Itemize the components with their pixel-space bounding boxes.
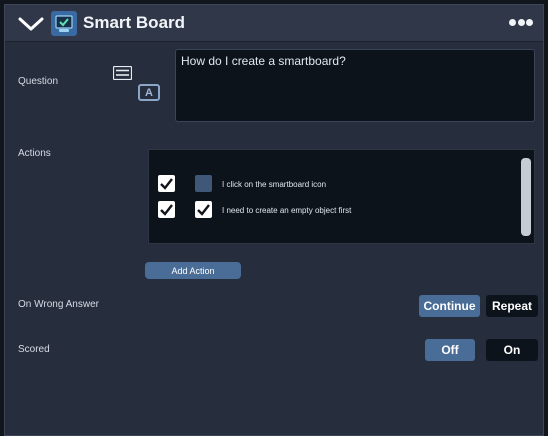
action-text: I need to create an empty object first [222, 206, 352, 215]
panel-title: Smart Board [83, 13, 186, 32]
list-item: I click on the smartboard icon [149, 174, 509, 196]
correct-checkbox[interactable] [158, 175, 175, 192]
add-action-button[interactable]: Add Action [145, 262, 241, 279]
panel-header: Smart Board [5, 5, 543, 42]
action-text: I click on the smartboard icon [222, 180, 327, 189]
wrong-answer-label: On Wrong Answer [18, 299, 99, 310]
more-dots-icon[interactable] [509, 19, 533, 27]
smartboard-icon [51, 11, 77, 36]
selected-checkbox[interactable] [195, 201, 212, 218]
question-label: Question [18, 76, 59, 87]
scored-label: Scored [18, 344, 50, 355]
list-icon[interactable] [113, 66, 132, 80]
scored-off-button[interactable]: Off [425, 339, 475, 361]
actions-label: Actions [18, 148, 51, 159]
list-item: I need to create an empty object first [149, 200, 509, 222]
actions-list: I click on the smartboard icon I need to… [148, 149, 535, 244]
question-input[interactable]: How do I create a smartboard? [175, 49, 535, 122]
scored-on-button[interactable]: On [486, 339, 538, 361]
selected-checkbox[interactable] [195, 175, 212, 192]
actions-scrollbar[interactable] [521, 158, 531, 236]
dot [517, 19, 525, 26]
dot [526, 19, 533, 26]
continue-button[interactable]: Continue [419, 295, 480, 317]
correct-checkbox[interactable] [158, 201, 175, 218]
text-format-icon[interactable]: A [138, 84, 160, 101]
smart-board-panel: Smart Board Question A How do I create a… [4, 4, 544, 436]
repeat-button[interactable]: Repeat [486, 295, 538, 317]
chevron-down-icon[interactable] [18, 16, 44, 32]
dot [509, 19, 516, 26]
